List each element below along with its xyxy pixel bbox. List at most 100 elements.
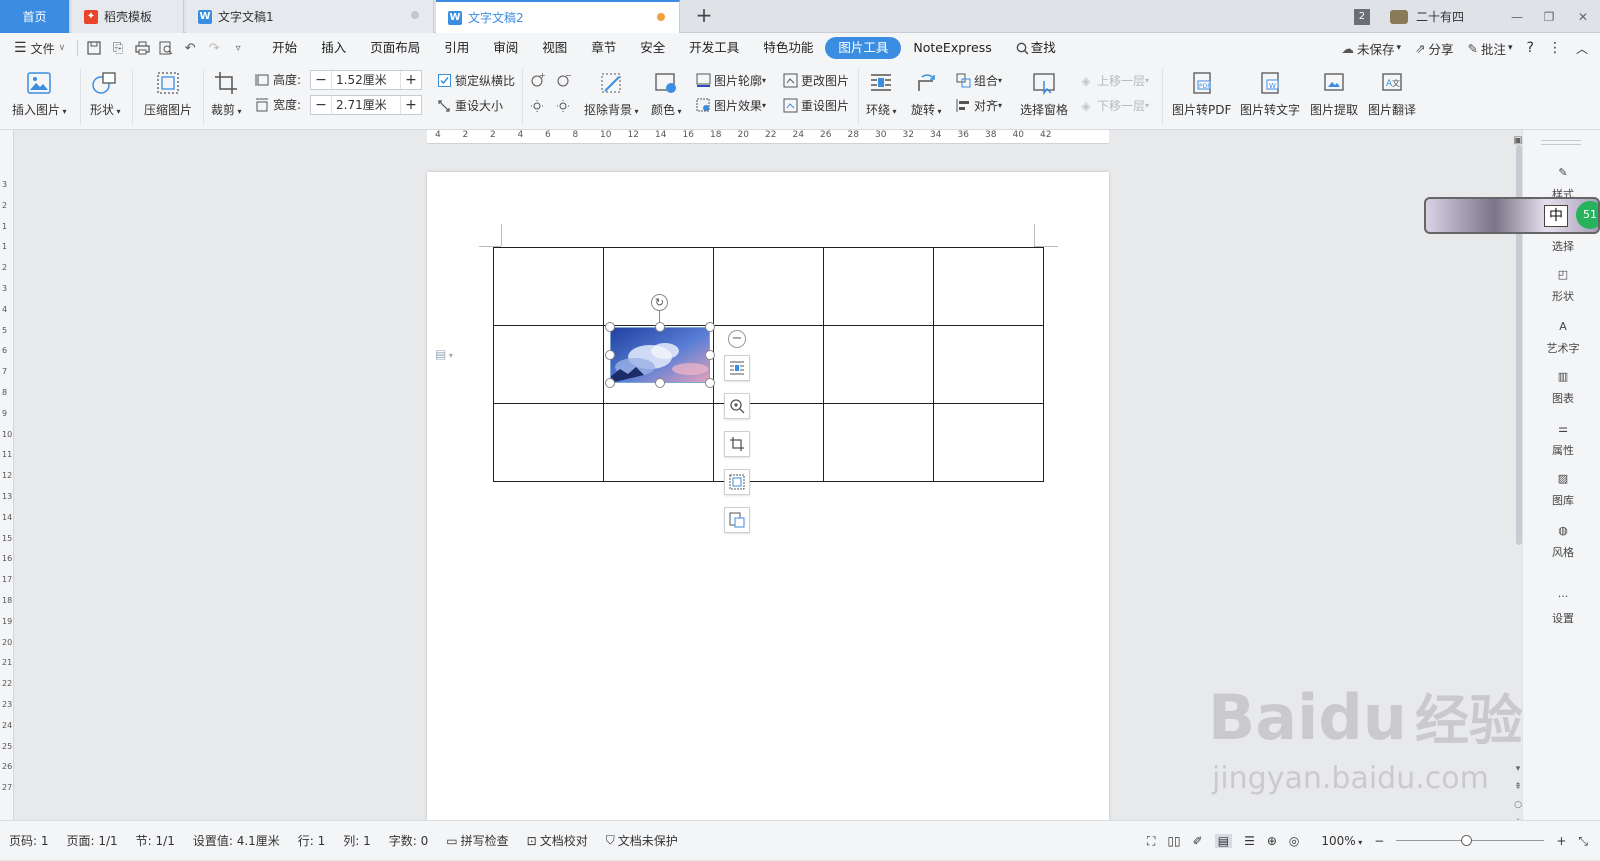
status-setting[interactable]: 设置值: 4.1厘米	[184, 832, 289, 849]
page-view-icon[interactable]: ▤	[1214, 834, 1233, 848]
menu-tab-references[interactable]: 引用	[432, 37, 481, 59]
resize-handle[interactable]	[605, 322, 615, 332]
layout-options-button[interactable]	[724, 355, 750, 381]
menu-tab-section[interactable]: 章节	[579, 37, 628, 59]
status-page[interactable]: 页面: 1/1	[58, 832, 127, 849]
eye-protection-icon[interactable]: ◎	[1289, 834, 1299, 848]
send-backward-button[interactable]: ◈ 下移一层 ▾	[1078, 97, 1149, 114]
compress-image-button[interactable]: 压缩图片	[144, 69, 192, 118]
redo-icon[interactable]: ↷	[205, 39, 223, 57]
paragraph-layout-icon[interactable]: ▤ ▾	[435, 347, 453, 361]
image-extract-button[interactable]: 图片提取	[1310, 69, 1358, 118]
align-button[interactable]: 对齐 ▾	[955, 97, 1002, 114]
tab-home[interactable]: 首页	[0, 0, 70, 33]
table-cell[interactable]	[493, 247, 604, 326]
table-cell[interactable]	[603, 403, 714, 482]
zoom-level[interactable]: 100% ▾	[1321, 834, 1362, 848]
restore-icon[interactable]: ❐	[1532, 10, 1566, 24]
sidebar-item-theme[interactable]: ◍ 风格	[1535, 524, 1591, 560]
change-image-button[interactable]: 更改图片	[782, 72, 849, 89]
shape-button[interactable]: 形状 ▾	[90, 69, 121, 118]
zoom-image-button[interactable]	[724, 393, 750, 419]
ime-badge[interactable]: 51	[1576, 201, 1598, 229]
fullscreen-icon[interactable]: ⛶	[1147, 834, 1155, 849]
table-cell[interactable]	[713, 247, 824, 326]
picture-outline-button[interactable]: 图片轮廓 ▾	[695, 72, 766, 89]
comment-button[interactable]: ✎ 批注 ▾	[1468, 39, 1513, 58]
menu-tab-view[interactable]: 视图	[530, 37, 579, 59]
image-translate-button[interactable]: A文 图片翻译	[1368, 69, 1416, 118]
outline-view-icon[interactable]: ☰	[1244, 834, 1255, 848]
reset-size-button[interactable]: 重设大小	[436, 97, 503, 114]
width-stepper[interactable]: − 2.71厘米 +	[310, 95, 422, 115]
web-view-icon[interactable]: ⊕	[1267, 834, 1277, 848]
rotate-button[interactable]: 旋转 ▾	[911, 69, 942, 118]
selected-image[interactable]	[610, 327, 710, 383]
sidebar-item-properties[interactable]: ⚌ 属性	[1535, 422, 1591, 458]
menu-tab-picture-tools[interactable]: 图片工具	[825, 37, 902, 59]
status-words[interactable]: 字数: 0	[380, 832, 438, 849]
horizontal-ruler[interactable]: 4 2 2 4 6 8 10 12 14 16 18 20 22 24 26 28 30 32 34 36 38 40 42	[427, 130, 1109, 144]
search-command[interactable]: 查找	[1004, 37, 1068, 59]
decrease-brightness-icon[interactable]	[556, 97, 572, 116]
reading-view-icon[interactable]: ▯▯	[1167, 834, 1180, 848]
decrease-contrast-icon[interactable]: −	[556, 71, 572, 91]
collapse-toolbar-icon[interactable]: −	[728, 330, 746, 348]
document-table[interactable]	[493, 247, 1044, 482]
height-decrement-button[interactable]: −	[311, 71, 331, 89]
close-icon[interactable]: ✕	[1566, 10, 1600, 24]
image-effect-tool-button[interactable]	[724, 469, 750, 495]
spell-check-button[interactable]: ▭ 拼写检查	[437, 832, 517, 849]
table-cell[interactable]	[933, 325, 1044, 404]
increase-brightness-icon[interactable]	[530, 97, 546, 116]
wrap-text-button[interactable]: 环绕 ▾	[866, 69, 897, 118]
sidebar-item-shape[interactable]: ◰ 形状	[1535, 268, 1591, 304]
collapse-ribbon-icon[interactable]: ︿	[1576, 40, 1588, 57]
width-input[interactable]: 2.71厘米	[331, 96, 401, 114]
file-menu[interactable]: ☰ 文件 ∨	[0, 40, 73, 57]
table-cell[interactable]	[493, 403, 604, 482]
undo-icon[interactable]: ↶	[181, 39, 199, 57]
table-cell[interactable]	[933, 403, 1044, 482]
width-increment-button[interactable]: +	[401, 96, 421, 114]
share-button[interactable]: ⇗ 分享	[1415, 39, 1454, 58]
image-convert-tool-button[interactable]	[724, 507, 750, 533]
sidebar-item-gallery[interactable]: ▨ 图库	[1535, 472, 1591, 508]
zoom-in-icon[interactable]: +	[1556, 834, 1566, 848]
protection-status[interactable]: ⛉ 文档未保护	[597, 832, 687, 849]
resize-handle[interactable]	[605, 350, 615, 360]
image-to-text-button[interactable]: W 图片转文字	[1240, 69, 1300, 118]
ime-language-indicator[interactable]: 中	[1544, 205, 1568, 227]
fit-page-icon[interactable]: ⤡	[1578, 834, 1588, 849]
menu-tab-home[interactable]: 开始	[260, 37, 309, 59]
resize-handle[interactable]	[705, 378, 715, 388]
height-stepper[interactable]: − 1.52厘米 +	[310, 70, 422, 90]
tab-document-1[interactable]: W 文字文稿1	[186, 0, 434, 33]
picture-effect-button[interactable]: 图片效果 ▾	[695, 97, 766, 114]
user-name[interactable]: 二十有四	[1416, 8, 1464, 25]
print-preview-icon[interactable]	[157, 39, 175, 57]
increase-contrast-icon[interactable]: +	[530, 71, 546, 91]
crop-button[interactable]: 裁剪 ▾	[211, 69, 242, 118]
help-button[interactable]: ?	[1527, 40, 1534, 56]
tab-close-dot-icon[interactable]	[411, 11, 419, 19]
unsaved-dot-icon[interactable]	[657, 13, 665, 21]
resize-handle[interactable]	[655, 322, 665, 332]
resize-handle[interactable]	[705, 322, 715, 332]
selection-pane-button[interactable]: 选择窗格	[1020, 69, 1068, 118]
color-button[interactable]: 颜色 ▾	[651, 69, 682, 118]
more-options-icon[interactable]: ⋮	[1548, 40, 1562, 56]
height-input[interactable]: 1.52厘米	[331, 71, 401, 89]
zoom-slider-thumb[interactable]	[1461, 835, 1473, 846]
status-col[interactable]: 列: 1	[334, 832, 380, 849]
insert-image-button[interactable]: 插入图片 ▾	[12, 69, 67, 118]
ime-floating-widget[interactable]: 中 51	[1424, 197, 1600, 234]
proofread-button[interactable]: ⊡ 文档校对	[518, 832, 597, 849]
menu-tab-review[interactable]: 审阅	[481, 37, 530, 59]
bring-forward-button[interactable]: ◈ 上移一层 ▾	[1078, 72, 1149, 89]
menu-tab-page-layout[interactable]: 页面布局	[358, 37, 432, 59]
resize-handle[interactable]	[705, 350, 715, 360]
width-decrement-button[interactable]: −	[311, 96, 331, 114]
user-avatar[interactable]	[1389, 9, 1408, 24]
zoom-slider[interactable]	[1396, 834, 1545, 848]
